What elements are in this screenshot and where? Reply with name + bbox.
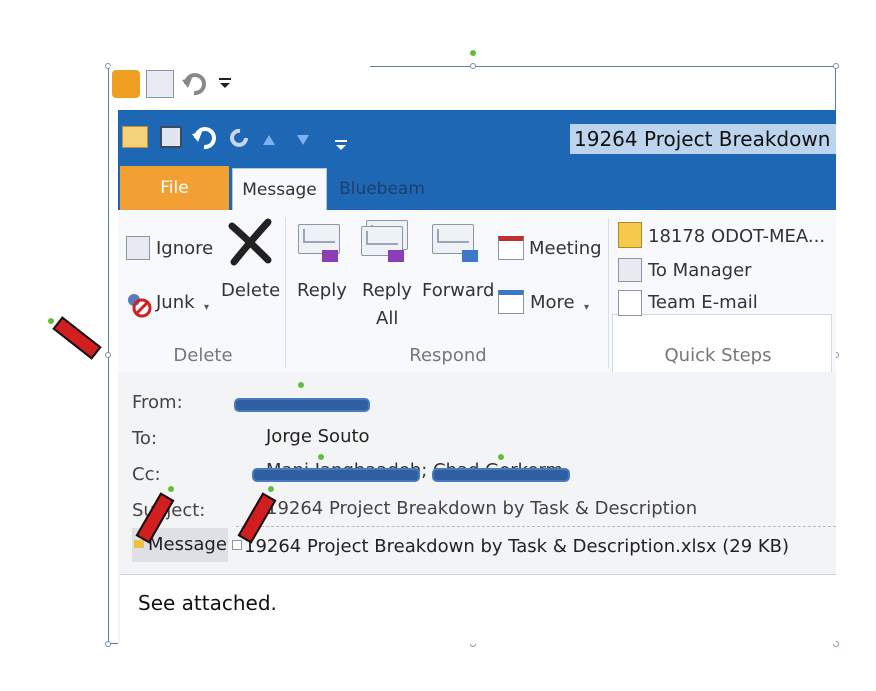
meeting-icon[interactable] [498, 236, 524, 260]
rotate-handle[interactable] [498, 454, 504, 460]
undo-icon[interactable] [190, 124, 218, 152]
tab-file[interactable]: File [120, 166, 229, 210]
resize-handle[interactable] [833, 63, 839, 69]
redaction-mark [234, 398, 370, 412]
subject-text: 19264 Project Breakdown by Task & Descri… [266, 498, 698, 519]
rotate-handle[interactable] [168, 486, 174, 492]
message-list-icon[interactable] [146, 70, 174, 98]
chevron-down-icon: ▾ [204, 302, 210, 313]
rotate-handle[interactable] [470, 50, 476, 56]
ignore-icon[interactable] [126, 236, 150, 260]
annotation-arrow [52, 316, 102, 360]
delete-button[interactable]: Delete [221, 280, 280, 301]
junk-button[interactable]: Junk [156, 292, 195, 313]
resize-handle[interactable] [105, 352, 111, 358]
chevron-down-icon: ▾ [584, 302, 590, 313]
redo-icon[interactable] [228, 126, 252, 150]
ribbon: Ignore Junk ▾ Delete Delete Reply Reply … [118, 210, 836, 428]
group-label-respond: Respond [409, 345, 487, 366]
envelope-icon [134, 540, 144, 548]
reply-button[interactable]: Reply [297, 280, 347, 301]
quick-step-item[interactable]: Team E-mail [648, 292, 758, 313]
header-divider [236, 526, 836, 527]
reply-arrow-icon [322, 250, 338, 262]
folder-move-icon [618, 222, 642, 248]
more-respond-icon[interactable] [498, 290, 524, 314]
group-separator [285, 218, 286, 368]
quick-step-item[interactable]: To Manager [648, 260, 752, 281]
tab-bluebeam[interactable]: Bluebeam [332, 168, 432, 210]
message-body[interactable]: See attached. [120, 574, 836, 644]
previous-item-icon[interactable] [262, 132, 276, 146]
cc-label: Cc: [132, 464, 161, 485]
to-manager-icon [618, 258, 642, 282]
undo-icon[interactable] [180, 70, 208, 98]
meeting-button[interactable]: Meeting [529, 238, 602, 259]
tab-message[interactable]: Message [232, 168, 327, 211]
customize-qat-icon[interactable] [218, 76, 232, 104]
envelope-icon [122, 126, 148, 148]
save-icon[interactable] [160, 126, 182, 148]
attachment-file[interactable]: 19264 Project Breakdown by Task & Descri… [244, 536, 789, 557]
group-separator [608, 218, 609, 368]
outer-quick-access-toolbar [110, 66, 370, 106]
message-tab-label: Message [148, 534, 227, 555]
rotate-handle[interactable] [298, 382, 304, 388]
from-label: From: [132, 392, 183, 413]
quick-step-item[interactable]: 18178 ODOT-MEA... [648, 226, 825, 247]
forward-button[interactable]: Forward [422, 280, 494, 301]
to-recipient[interactable]: Jorge Souto [266, 426, 370, 447]
rotate-handle[interactable] [268, 486, 274, 492]
group-label-delete: Delete [173, 345, 233, 366]
forward-arrow-icon [462, 250, 478, 262]
excel-file-icon [232, 540, 242, 550]
reply-all-arrow-icon [388, 250, 404, 262]
customize-qat-icon[interactable] [334, 138, 348, 154]
team-email-icon [618, 290, 642, 316]
group-label-quick-steps: Quick Steps [664, 345, 772, 366]
junk-icon[interactable] [124, 290, 152, 318]
reply-all-button[interactable]: Reply [362, 280, 412, 301]
body-text: See attached. [138, 591, 277, 615]
next-item-icon[interactable] [296, 132, 310, 146]
reply-all-button-line2[interactable]: All [376, 308, 398, 329]
redaction-mark [252, 468, 420, 482]
rotate-handle[interactable] [48, 318, 54, 324]
outlook-logo-icon [112, 70, 140, 98]
resize-handle[interactable] [470, 63, 476, 69]
title-bar: 19264 Project Breakdown b [118, 110, 836, 164]
rotate-handle[interactable] [318, 454, 324, 460]
more-button[interactable]: More [530, 292, 575, 313]
delete-icon[interactable] [224, 216, 274, 266]
message-window: 19264 Project Breakdown b File Message B… [118, 110, 836, 644]
resize-handle[interactable] [105, 641, 111, 647]
redaction-mark [432, 468, 570, 482]
window-title: 19264 Project Breakdown b [570, 124, 836, 154]
to-label: To: [132, 428, 158, 449]
ignore-button[interactable]: Ignore [156, 238, 213, 259]
